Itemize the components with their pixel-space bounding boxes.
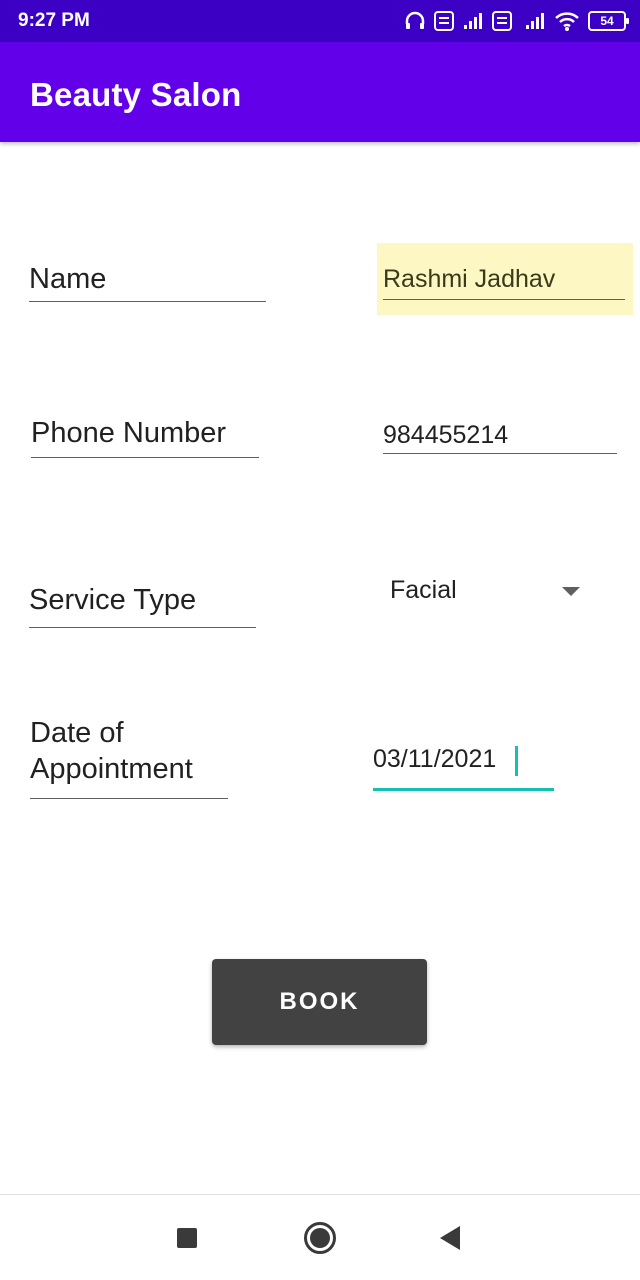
headphones-icon xyxy=(405,11,425,29)
service-type-selected: Facial xyxy=(390,576,457,604)
service-type-label: Service Type xyxy=(29,583,256,628)
volte-icon xyxy=(434,11,454,31)
date-label: Date of Appointment xyxy=(30,716,228,799)
back-icon[interactable] xyxy=(440,1226,460,1250)
volte-icon xyxy=(492,11,512,31)
phone-label: Phone Number xyxy=(31,416,259,458)
nav-divider xyxy=(0,1194,640,1195)
app-title: Beauty Salon xyxy=(30,76,242,113)
date-value: 03/11/2021 xyxy=(373,745,497,773)
date-input[interactable]: 03/11/2021 xyxy=(373,744,554,791)
name-input[interactable]: Rashmi Jadhav xyxy=(383,264,625,300)
wifi-icon xyxy=(555,12,579,31)
service-type-spinner[interactable]: Facial xyxy=(380,570,590,616)
recents-icon[interactable] xyxy=(177,1228,197,1248)
status-icons: 54 xyxy=(404,9,629,33)
battery-icon: 54 xyxy=(588,11,629,31)
signal-4g-icon xyxy=(526,13,544,29)
name-label: Name xyxy=(29,262,266,302)
book-button[interactable]: BOOK xyxy=(212,959,427,1045)
signal-icon xyxy=(464,13,482,29)
dropdown-arrow-icon[interactable] xyxy=(562,587,580,596)
text-cursor xyxy=(515,746,518,776)
date-label-line1: Date of xyxy=(30,717,124,749)
home-icon-inner xyxy=(310,1228,330,1248)
date-label-line2: Appointment xyxy=(30,753,193,785)
phone-input[interactable]: 984455214 xyxy=(383,420,617,454)
status-time: 9:27 PM xyxy=(18,10,90,31)
